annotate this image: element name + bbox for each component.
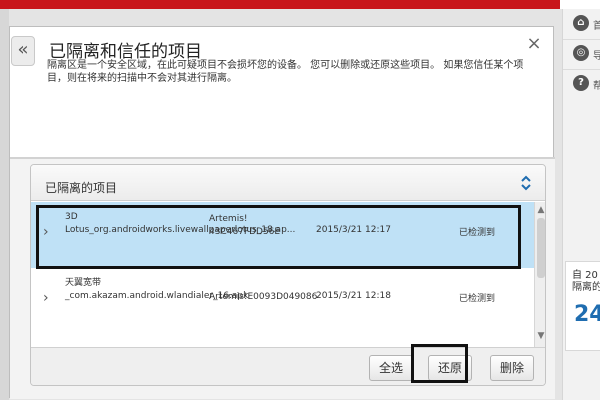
sidebar-divider: [563, 39, 600, 40]
sidebar-divider: [563, 69, 600, 70]
page-description: 隔离区是一个安全区域，在此可疑项目不会损坏您的设备。 您可以删除或还原这些项目。…: [47, 60, 524, 84]
summary-line-2: 隔离的: [572, 282, 600, 293]
top-red-bar: [0, 0, 574, 9]
right-sidebar: ⌂ 首 ◎ 导 ? 帮 自 20 隔离的 24: [562, 9, 600, 400]
top-white-bar: [560, 0, 600, 9]
restore-button[interactable]: 还原: [428, 355, 472, 381]
table-row[interactable]: › 天翼宽带_com.akazam.android.wlandialer_16.…: [31, 268, 534, 334]
quarantine-window: « × 已隔离和信任的项目 隔离区是一个安全区域，在此可疑项目不会损坏您的设备。…: [9, 26, 555, 399]
item-name: 天翼宽带_com.akazam.android.wlandialer_16.ap…: [65, 278, 249, 301]
collapse-toggle-icon[interactable]: [517, 174, 535, 192]
item-date: 2015/3/21 12:17: [316, 225, 391, 235]
delete-button[interactable]: 删除: [490, 355, 534, 381]
back-button[interactable]: «: [11, 36, 35, 66]
table-row[interactable]: › 3D Lotus_org.androidworks.livewallpape…: [31, 202, 534, 268]
item-name: 3D Lotus_org.androidworks.livewallpaperl…: [65, 212, 296, 235]
quarantine-summary-panel: 自 20 隔离的 24: [565, 261, 600, 351]
scroll-thumb[interactable]: [537, 218, 545, 278]
scroll-down-icon[interactable]: ▼: [535, 330, 545, 342]
quarantine-count: 24: [574, 302, 600, 327]
close-icon[interactable]: ×: [525, 35, 543, 53]
item-status: 已检测到: [459, 294, 496, 304]
select-all-button[interactable]: 全选: [369, 355, 413, 381]
chevron-right-icon[interactable]: ›: [43, 290, 49, 306]
panel-header[interactable]: 已隔离的项目: [31, 165, 545, 201]
item-status: 已检测到: [459, 228, 496, 238]
help-icon[interactable]: ?: [573, 75, 589, 91]
background-left-strip: [0, 9, 9, 400]
sidebar-label-navigate[interactable]: 导: [593, 47, 600, 62]
sidebar-label-home[interactable]: 首: [593, 17, 600, 32]
panel-title: 已隔离的项目: [45, 181, 118, 195]
compass-icon[interactable]: ◎: [573, 45, 589, 61]
scroll-up-icon[interactable]: ▲: [535, 204, 545, 216]
item-threat: Artemis!E0093D049086: [209, 292, 318, 302]
sidebar-label-help[interactable]: 帮: [593, 77, 600, 92]
chevron-right-icon[interactable]: ›: [43, 224, 49, 240]
chevron-up-down-icon: [521, 175, 531, 191]
quarantined-items-panel: 已隔离的项目 › 3D Lotus_org.androidworks.livew…: [30, 164, 546, 386]
table-row-partial[interactable]: [31, 327, 534, 347]
item-threat: Artemis! 43C467FDD56E: [209, 214, 281, 237]
home-icon[interactable]: ⌂: [573, 15, 589, 31]
panel-footer: 全选 还原 删除: [31, 347, 545, 385]
item-date: 2015/3/21 12:18: [316, 291, 391, 301]
scrollbar[interactable]: ▲ ▼: [534, 202, 545, 347]
